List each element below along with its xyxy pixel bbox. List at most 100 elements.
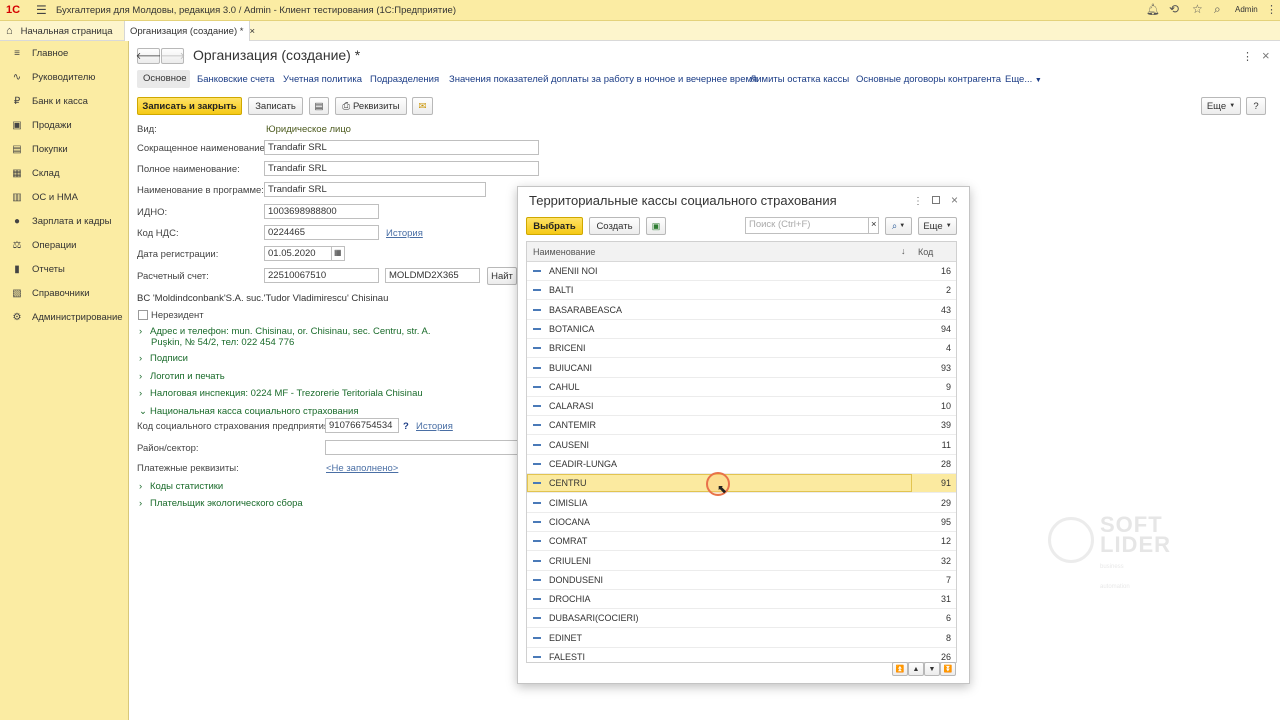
table-row[interactable]: DONDUSENI 7: [527, 571, 956, 590]
table-row[interactable]: BOTANICA 94: [527, 320, 956, 339]
dialog-menu-icon[interactable]: ⋮: [913, 196, 923, 207]
social-cash-group[interactable]: ⌄ Национальная касса социального страхова…: [139, 406, 358, 417]
tab-close-icon[interactable]: ×: [249, 26, 255, 37]
sidebar-item-warehouse[interactable]: ▦ Склад: [0, 162, 129, 184]
form-close-icon[interactable]: ×: [1262, 48, 1270, 63]
dialog-more-button[interactable]: Еще ▼: [918, 217, 957, 235]
social-code-history-link[interactable]: История: [416, 421, 453, 432]
excel-icon[interactable]: ▣: [646, 217, 666, 235]
tab-more[interactable]: Еще... ▼: [1005, 74, 1042, 85]
save-close-button[interactable]: Записать и закрыть: [137, 97, 242, 115]
stat-codes-group[interactable]: › Коды статистики: [139, 481, 223, 492]
program-name-field[interactable]: Trandafir SRL: [264, 182, 486, 197]
sidebar-item-salary[interactable]: ● Зарплата и кадры: [0, 210, 129, 232]
table-row[interactable]: DUBASARI(COCIERI) 6: [527, 609, 956, 629]
search-input[interactable]: Поиск (Ctrl+F): [745, 217, 869, 234]
table-row[interactable]: ANENII NOI 16: [527, 262, 956, 281]
table-row[interactable]: CAUSENI 11: [527, 436, 956, 455]
table-row[interactable]: CAHUL 9: [527, 378, 956, 397]
scroll-up-icon[interactable]: ▲: [908, 662, 924, 676]
sidebar-item-director[interactable]: ∿ Руководителю: [0, 66, 129, 88]
sidebar-item-main[interactable]: ≡ Главное: [0, 42, 129, 64]
form-menu-icon[interactable]: ⋮: [1242, 50, 1253, 63]
reg-date-field[interactable]: 01.05.2020: [264, 246, 332, 261]
table-row[interactable]: COMRAT 12: [527, 532, 956, 552]
vat-history-link[interactable]: История: [386, 228, 423, 239]
table-row[interactable]: CIMISLIA 29: [527, 494, 956, 513]
vat-field[interactable]: 0224465: [264, 225, 379, 240]
table-row[interactable]: BALTI 2: [527, 281, 956, 301]
search-icon[interactable]: ⌕: [1214, 2, 1221, 17]
sidebar-item-operations[interactable]: ⚖ Операции: [0, 234, 129, 256]
table-row[interactable]: EDINET 8: [527, 629, 956, 648]
table-row[interactable]: CENTRU 91: [527, 474, 956, 494]
sidebar-item-admin[interactable]: ⚙ Администрирование: [0, 306, 129, 328]
window-menu-icon[interactable]: ⋮: [1266, 3, 1277, 16]
payment-link[interactable]: <Не заполнено>: [326, 463, 398, 474]
bell-icon[interactable]: 🔔︎: [1146, 3, 1160, 16]
sidebar-item-reports[interactable]: ▮ Отчеты: [0, 258, 129, 280]
create-button[interactable]: Создать: [589, 217, 640, 235]
document-icon[interactable]: ▤: [309, 97, 329, 115]
sidebar-item-assets[interactable]: ▥ ОС и НМА: [0, 186, 129, 208]
save-button[interactable]: Записать: [248, 97, 303, 115]
help-button[interactable]: ?: [1246, 97, 1266, 115]
menu-icon[interactable]: ☰: [36, 3, 47, 17]
star-icon[interactable]: ☆: [1192, 2, 1203, 16]
more-button[interactable]: Еще ▼: [1201, 97, 1241, 115]
maximize-icon[interactable]: [932, 196, 940, 204]
sidebar-item-sales[interactable]: ▣ Продажи: [0, 114, 129, 136]
short-name-field[interactable]: Trandafir SRL: [264, 140, 539, 155]
table-row[interactable]: CEADIR-LUNGA 28: [527, 455, 956, 474]
tax-office-group[interactable]: › Налоговая инспекция: 0224 MF - Trezorer…: [139, 388, 423, 399]
nonresident-checkbox[interactable]: [138, 310, 148, 320]
address-group[interactable]: › Адрес и телефон: mun. Chisinau, or. Chi…: [139, 326, 431, 337]
sidebar-item-purchases[interactable]: ▤ Покупки: [0, 138, 129, 160]
idno-field[interactable]: 1003698988800: [264, 204, 379, 219]
table-row[interactable]: BASARABEASCA 43: [527, 301, 956, 320]
email-icon[interactable]: ✉: [412, 97, 433, 115]
tab-home[interactable]: ⌂ Начальная страница: [0, 21, 122, 41]
eco-payer-group[interactable]: › Плательщик экологического сбора: [139, 498, 303, 509]
select-button[interactable]: Выбрать: [526, 217, 583, 235]
table-row[interactable]: CIOCANA 95: [527, 513, 956, 532]
col-name-header[interactable]: Наименование: [533, 247, 595, 257]
district-field[interactable]: [325, 440, 518, 455]
table-row[interactable]: CRIULENI 32: [527, 552, 956, 571]
col-code-header[interactable]: Код: [918, 247, 933, 257]
scroll-first-icon[interactable]: ⏫: [892, 662, 908, 676]
table-row[interactable]: FALESTI 26: [527, 648, 956, 662]
tab-accounting-policy[interactable]: Учетная политика: [283, 74, 362, 85]
tab-cash-limits[interactable]: Лимиты остатка кассы: [750, 74, 849, 85]
history-icon[interactable]: ⟲: [1169, 2, 1179, 16]
scroll-down-icon[interactable]: ▼: [924, 662, 940, 676]
search-button[interactable]: ⌕ ▼: [885, 217, 912, 235]
vid-value[interactable]: Юридическое лицо: [266, 124, 351, 135]
logo-print-group[interactable]: › Логотип и печать: [139, 371, 225, 382]
find-button[interactable]: Найт: [487, 267, 517, 285]
table-row[interactable]: BRICENI 4: [527, 339, 956, 359]
table-row[interactable]: CANTEMIR 39: [527, 416, 956, 436]
tab-bank-accounts[interactable]: Банковские счета: [197, 74, 274, 85]
tab-organization[interactable]: Организация (создание) * ×: [124, 21, 255, 41]
search-clear-icon[interactable]: ×: [868, 217, 879, 234]
bic-field[interactable]: MOLDMD2X365: [385, 268, 480, 283]
social-code-help-icon[interactable]: ?: [403, 421, 409, 432]
signatures-group[interactable]: › Подписи: [139, 353, 188, 364]
tab-contracts[interactable]: Основные договоры контрагента: [856, 74, 1001, 85]
full-name-field[interactable]: Trandafir SRL: [264, 161, 539, 176]
social-code-field[interactable]: 910766754534: [325, 418, 399, 433]
table-row[interactable]: CALARASI 10: [527, 397, 956, 417]
calendar-icon[interactable]: ▦: [331, 246, 345, 261]
tab-night-pay[interactable]: Значения показателей доплаты за работу в…: [449, 74, 757, 85]
sidebar-item-catalogs[interactable]: ▧ Справочники: [0, 282, 129, 304]
scroll-last-icon[interactable]: ⏬: [940, 662, 956, 676]
table-row[interactable]: DROCHIA 31: [527, 590, 956, 610]
tab-main[interactable]: Основное: [137, 70, 190, 88]
back-button[interactable]: 🡐: [136, 48, 161, 64]
tab-divisions[interactable]: Подразделения: [370, 74, 439, 85]
forward-button[interactable]: 🡒: [160, 48, 185, 64]
requisites-button[interactable]: ⎙ Реквизиты: [335, 97, 407, 115]
account-field[interactable]: 22510067510: [264, 268, 379, 283]
user-name[interactable]: Admin: [1235, 5, 1258, 14]
